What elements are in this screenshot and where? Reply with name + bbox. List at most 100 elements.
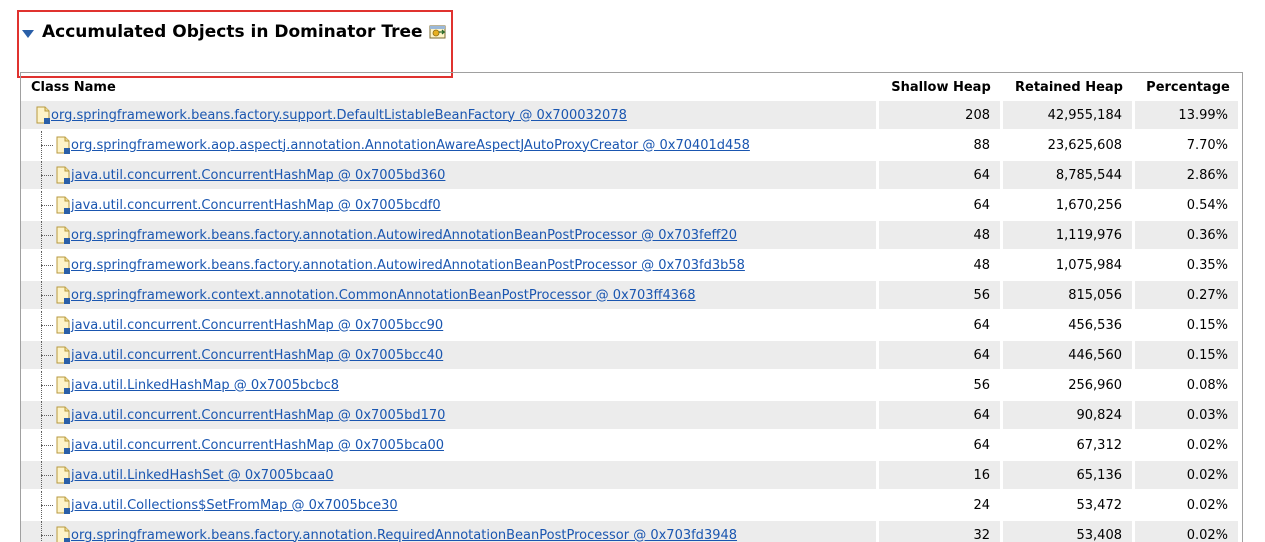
table-row[interactable]: java.util.concurrent.ConcurrentHashMap @… [21,431,1241,461]
shallow-heap-cell: 56 [879,371,1003,401]
shallow-heap-cell: 88 [879,131,1003,161]
retained-heap-cell: 1,119,976 [1003,221,1135,251]
class-name-cell: java.util.concurrent.ConcurrentHashMap @… [21,431,879,461]
percentage-cell: 0.15% [1135,341,1241,371]
retained-heap-cell: 53,472 [1003,491,1135,521]
percentage-cell: 0.08% [1135,371,1241,401]
shallow-heap-cell: 48 [879,251,1003,281]
retained-heap-cell: 815,056 [1003,281,1135,311]
retained-heap-cell: 446,560 [1003,341,1135,371]
table-row[interactable]: java.util.Collections$SetFromMap @ 0x700… [21,491,1241,521]
table-row[interactable]: org.springframework.aop.aspectj.annotati… [21,131,1241,161]
tree-connector [39,191,55,219]
object-instance-icon [55,466,71,484]
object-instance-icon [55,346,71,364]
retained-heap-cell: 65,136 [1003,461,1135,491]
retained-heap-cell: 1,670,256 [1003,191,1135,221]
dominator-table: Class Name Shallow Heap Retained Heap Pe… [20,72,1243,542]
retained-heap-cell: 8,785,544 [1003,161,1135,191]
shallow-heap-cell: 48 [879,221,1003,251]
tree-connector [39,311,55,339]
table-row[interactable]: java.util.concurrent.ConcurrentHashMap @… [21,161,1241,191]
shallow-heap-cell: 208 [879,101,1003,131]
table-row[interactable]: org.springframework.context.annotation.C… [21,281,1241,311]
table-row[interactable]: java.util.LinkedHashMap @ 0x7005bcbc8562… [21,371,1241,401]
object-instance-icon [55,406,71,424]
object-link[interactable]: java.util.LinkedHashMap @ 0x7005bcbc8 [71,378,339,393]
object-link[interactable]: java.util.concurrent.ConcurrentHashMap @… [71,348,443,363]
object-link[interactable]: java.util.concurrent.ConcurrentHashMap @… [71,318,443,333]
percentage-cell: 0.27% [1135,281,1241,311]
open-in-view-icon[interactable] [429,24,447,44]
tree-connector [39,341,55,369]
class-name-cell: org.springframework.aop.aspectj.annotati… [21,131,879,161]
table-row[interactable]: java.util.concurrent.ConcurrentHashMap @… [21,401,1241,431]
class-name-cell: java.util.concurrent.ConcurrentHashMap @… [21,191,879,221]
retained-heap-cell: 42,955,184 [1003,101,1135,131]
object-instance-icon [55,376,71,394]
object-instance-icon [55,436,71,454]
percentage-cell: 0.02% [1135,431,1241,461]
object-link[interactable]: java.util.Collections$SetFromMap @ 0x700… [71,498,398,513]
class-name-cell: org.springframework.beans.factory.annota… [21,521,879,542]
object-instance-icon [55,496,71,514]
percentage-cell: 0.54% [1135,191,1241,221]
object-link[interactable]: org.springframework.beans.factory.suppor… [51,108,627,123]
retained-heap-cell: 23,625,608 [1003,131,1135,161]
class-name-cell: java.util.concurrent.ConcurrentHashMap @… [21,311,879,341]
table-row[interactable]: java.util.concurrent.ConcurrentHashMap @… [21,191,1241,221]
shallow-heap-cell: 64 [879,341,1003,371]
shallow-heap-cell: 64 [879,191,1003,221]
object-link[interactable]: org.springframework.aop.aspectj.annotati… [71,138,750,153]
shallow-heap-cell: 64 [879,161,1003,191]
table-row[interactable]: java.util.concurrent.ConcurrentHashMap @… [21,311,1241,341]
shallow-heap-cell: 24 [879,491,1003,521]
percentage-cell: 2.86% [1135,161,1241,191]
class-name-cell: java.util.LinkedHashSet @ 0x7005bcaa0 [21,461,879,491]
column-header-retained-heap[interactable]: Retained Heap [1003,73,1135,101]
shallow-heap-cell: 56 [879,281,1003,311]
table-row[interactable]: java.util.concurrent.ConcurrentHashMap @… [21,341,1241,371]
retained-heap-cell: 456,536 [1003,311,1135,341]
object-link[interactable]: java.util.concurrent.ConcurrentHashMap @… [71,408,445,423]
tree-connector [39,281,55,309]
object-link[interactable]: java.util.concurrent.ConcurrentHashMap @… [71,438,444,453]
tree-connector [39,221,55,249]
table-header-row: Class Name Shallow Heap Retained Heap Pe… [21,73,1241,101]
tree-connector [39,431,55,459]
column-header-class-name[interactable]: Class Name [21,73,879,101]
object-instance-icon [55,286,71,304]
object-instance-icon [35,106,51,124]
object-link[interactable]: org.springframework.beans.factory.annota… [71,528,737,542]
section-header[interactable]: Accumulated Objects in Dominator Tree [22,20,447,44]
column-header-percentage[interactable]: Percentage [1135,73,1241,101]
tree-connector [39,521,55,542]
object-link[interactable]: org.springframework.beans.factory.annota… [71,258,745,273]
object-link[interactable]: org.springframework.beans.factory.annota… [71,228,737,243]
class-name-cell: org.springframework.beans.factory.annota… [21,221,879,251]
column-header-shallow-heap[interactable]: Shallow Heap [879,73,1003,101]
retained-heap-cell: 53,408 [1003,521,1135,542]
object-instance-icon [55,316,71,334]
object-link[interactable]: org.springframework.context.annotation.C… [71,288,696,303]
table-row[interactable]: org.springframework.beans.factory.annota… [21,521,1241,542]
object-link[interactable]: java.util.concurrent.ConcurrentHashMap @… [71,198,441,213]
percentage-cell: 0.35% [1135,251,1241,281]
percentage-cell: 0.02% [1135,461,1241,491]
table-row[interactable]: org.springframework.beans.factory.annota… [21,221,1241,251]
object-instance-icon [55,526,71,542]
percentage-cell: 7.70% [1135,131,1241,161]
retained-heap-cell: 1,075,984 [1003,251,1135,281]
table-row[interactable]: org.springframework.beans.factory.suppor… [21,101,1241,131]
object-instance-icon [55,166,71,184]
collapse-triangle-icon[interactable] [22,30,34,38]
object-link[interactable]: java.util.concurrent.ConcurrentHashMap @… [71,168,445,183]
table-row[interactable]: org.springframework.beans.factory.annota… [21,251,1241,281]
tree-connector [39,371,55,399]
object-instance-icon [55,226,71,244]
percentage-cell: 0.36% [1135,221,1241,251]
percentage-cell: 0.02% [1135,491,1241,521]
table-row[interactable]: java.util.LinkedHashSet @ 0x7005bcaa0166… [21,461,1241,491]
object-instance-icon [55,256,71,274]
object-link[interactable]: java.util.LinkedHashSet @ 0x7005bcaa0 [71,468,334,483]
